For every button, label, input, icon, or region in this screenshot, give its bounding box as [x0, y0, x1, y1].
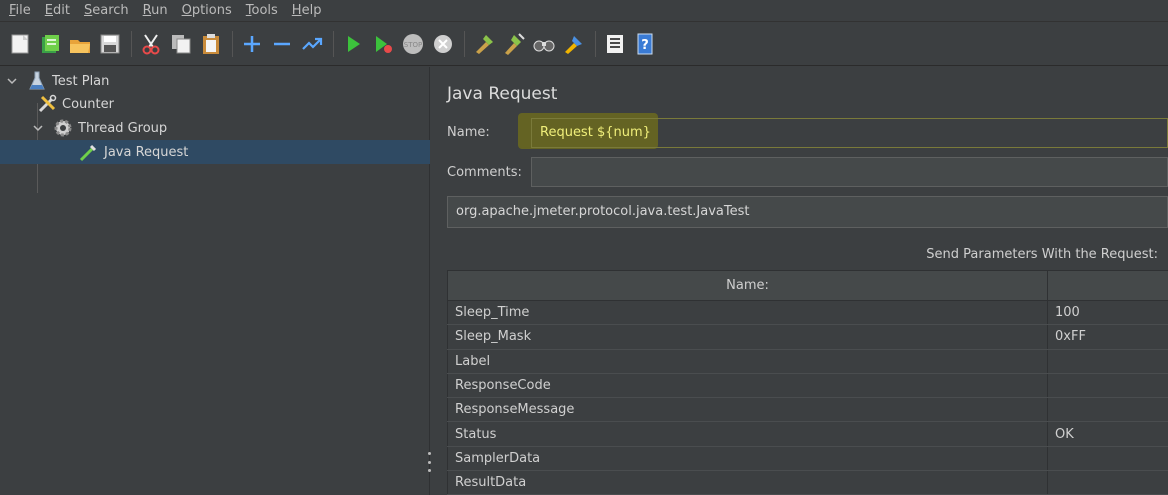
menu-tools[interactable]: Tools — [241, 0, 287, 22]
parameters-table: Name: Sleep_Time 100 Sleep_Mask 0xFF Label… — [447, 270, 1168, 495]
param-value[interactable] — [1047, 446, 1168, 472]
comments-label: Comments: — [447, 165, 522, 180]
param-name[interactable]: SamplerData — [447, 446, 1048, 472]
toolbar-separator — [131, 30, 132, 57]
menu-run[interactable]: Run — [138, 0, 177, 22]
java-request-panel: Java Request Name: Request ${num} Commen… — [437, 67, 1168, 495]
tree-label: Test Plan — [52, 73, 110, 89]
toolbar: STOP ? — [0, 22, 1168, 66]
clear-all-icon[interactable] — [500, 30, 528, 58]
param-value[interactable] — [1047, 470, 1168, 495]
param-value[interactable] — [1047, 349, 1168, 374]
send-params-label: Send Parameters With the Request: — [926, 247, 1158, 262]
menu-file[interactable]: File — [4, 0, 40, 22]
table-row[interactable]: ResponseCode — [447, 373, 1168, 399]
table-row[interactable]: SamplerData — [447, 446, 1168, 472]
menu-help[interactable]: Help — [287, 0, 331, 22]
search-icon[interactable] — [530, 30, 558, 58]
toolbar-separator — [464, 30, 465, 57]
table-row[interactable]: ResultData — [447, 470, 1168, 495]
tree-node-java-request[interactable]: Java Request — [0, 140, 430, 164]
param-name[interactable]: Label — [447, 349, 1048, 374]
clear-icon[interactable] — [470, 30, 498, 58]
param-value[interactable]: 100 — [1047, 300, 1168, 326]
classname-field[interactable]: org.apache.jmeter.protocol.java.test.Jav… — [447, 196, 1168, 228]
tree-label: Counter — [62, 96, 114, 112]
svg-text:STOP: STOP — [404, 41, 422, 49]
flask-icon — [26, 70, 48, 92]
tree-node-test-plan[interactable]: Test Plan — [4, 69, 430, 93]
toggle-icon[interactable] — [298, 30, 326, 58]
reset-search-icon[interactable] — [560, 30, 588, 58]
start-no-pause-icon[interactable] — [369, 30, 397, 58]
column-header-value[interactable] — [1047, 270, 1168, 301]
name-field[interactable]: Request ${num} — [531, 118, 1168, 148]
pipette-icon — [78, 141, 100, 163]
expand-icon[interactable] — [238, 30, 266, 58]
name-label: Name: — [447, 125, 490, 140]
tree-node-thread-group[interactable]: Thread Group — [30, 116, 430, 140]
function-helper-icon[interactable] — [601, 30, 629, 58]
param-value[interactable] — [1047, 373, 1168, 399]
menu-edit[interactable]: Edit — [40, 0, 79, 22]
toolbar-separator — [595, 30, 596, 57]
copy-icon[interactable] — [167, 30, 195, 58]
param-name[interactable]: ResultData — [447, 470, 1048, 495]
shutdown-icon[interactable] — [429, 30, 457, 58]
menu-bar: File Edit Search Run Options Tools Help — [0, 0, 1168, 22]
gear-icon — [52, 117, 74, 139]
collapse-icon[interactable] — [268, 30, 296, 58]
open-icon[interactable] — [66, 30, 94, 58]
svg-text:?: ? — [641, 38, 649, 53]
menu-search[interactable]: Search — [79, 0, 138, 22]
table-row[interactable]: Label — [447, 349, 1168, 374]
tree-label: Java Request — [104, 144, 189, 160]
tree-label: Thread Group — [78, 120, 168, 136]
tree-node-counter[interactable]: Counter — [36, 92, 430, 116]
help-icon[interactable]: ? — [631, 30, 659, 58]
table-row[interactable]: ResponseMessage — [447, 397, 1168, 423]
param-name[interactable]: ResponseCode — [447, 373, 1048, 399]
table-row[interactable]: Status OK — [447, 421, 1168, 447]
panel-title: Java Request — [447, 84, 558, 104]
column-header-name[interactable]: Name: — [447, 270, 1048, 301]
new-icon[interactable] — [6, 30, 34, 58]
stop-icon[interactable]: STOP — [399, 30, 427, 58]
table-row[interactable]: Sleep_Mask 0xFF — [447, 324, 1168, 350]
param-value[interactable]: OK — [1047, 421, 1168, 447]
test-plan-tree: Test Plan Counter Thread Group Java Requ… — [0, 67, 430, 495]
param-name[interactable]: Sleep_Mask — [447, 324, 1048, 350]
table-row[interactable]: Sleep_Time 100 — [447, 300, 1168, 326]
toolbar-separator — [232, 30, 233, 57]
table-header-row: Name: — [447, 270, 1168, 301]
cut-icon[interactable] — [137, 30, 165, 58]
templates-icon[interactable] — [36, 30, 64, 58]
param-name[interactable]: Status — [447, 421, 1048, 447]
toolbar-separator — [333, 30, 334, 57]
chevron-down-icon[interactable] — [4, 73, 20, 89]
save-icon[interactable] — [96, 30, 124, 58]
comments-field[interactable] — [531, 157, 1168, 187]
menu-options[interactable]: Options — [177, 0, 241, 22]
paste-icon[interactable] — [197, 30, 225, 58]
tools-icon — [36, 93, 58, 115]
param-value[interactable]: 0xFF — [1047, 324, 1168, 350]
param-name[interactable]: ResponseMessage — [447, 397, 1048, 423]
start-icon[interactable] — [339, 30, 367, 58]
chevron-down-icon[interactable] — [30, 120, 46, 136]
param-name[interactable]: Sleep_Time — [447, 300, 1048, 326]
panel-splitter[interactable] — [426, 452, 432, 472]
param-value[interactable] — [1047, 397, 1168, 423]
